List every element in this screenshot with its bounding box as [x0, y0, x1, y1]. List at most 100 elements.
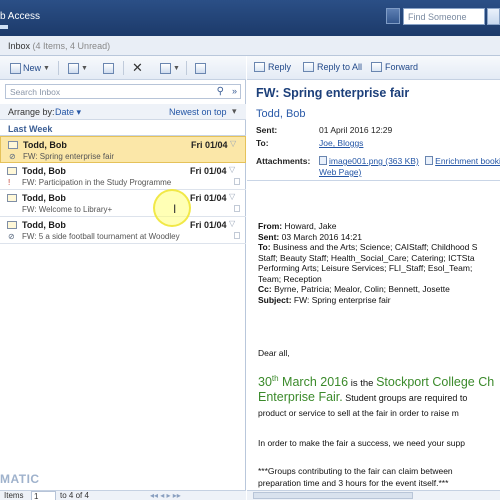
flag-icon[interactable]: ▽	[229, 192, 235, 201]
category-box[interactable]	[234, 205, 240, 212]
message-row[interactable]: Todd, Bob Fri 01/04 ▽ ⊘ FW: 5 a side foo…	[0, 217, 246, 244]
body-paragraph: In order to make the fair a success, we …	[258, 438, 465, 448]
new-mail-icon	[10, 62, 21, 74]
view-button[interactable]: ▼	[68, 60, 88, 76]
reading-pane: Reply Reply to All Forward FW: Spring en…	[247, 56, 500, 500]
message-subject: FW: Spring enterprise fair	[23, 152, 114, 161]
chevron-down-icon: ▼	[173, 64, 180, 72]
attachment-icon: ⊘	[9, 152, 16, 161]
arrange-by-dropdown[interactable]: Date ▾	[55, 107, 81, 118]
sent-value: 01 April 2016 12:29	[319, 125, 393, 135]
reply-all-button[interactable]: Reply to All	[303, 62, 362, 72]
cursor-highlight	[153, 189, 191, 227]
message-sender-name[interactable]: Todd, Bob	[256, 108, 306, 120]
sort-direction-icon[interactable]: ▾	[232, 106, 237, 117]
message-subject: FW: 5 a side football tournament at Wood…	[22, 232, 180, 241]
pager-bar: Items 1 to 4 of 4 ◂◂ ◂ ▸ ▸▸	[0, 490, 246, 500]
search-options-icon[interactable]: »	[232, 86, 237, 96]
message-row[interactable]: Todd, Bob Fri 01/04 ▽ ! FW: Participatio…	[0, 163, 246, 190]
address-book-button[interactable]	[386, 8, 400, 24]
message-subject: FW: Participation in the Study Programme	[22, 178, 172, 187]
view-icon	[68, 62, 79, 74]
app-subtitle-mark	[0, 25, 8, 29]
reply-all-label: Reply to All	[317, 62, 363, 72]
horizontal-scrollbar[interactable]	[247, 490, 500, 500]
category-box[interactable]	[234, 178, 240, 185]
toolbar-divider	[58, 61, 59, 75]
image-file-icon	[319, 156, 327, 165]
fw-from: Howard, Jake	[284, 221, 337, 231]
message-date: Fri 01/04	[191, 140, 228, 150]
delete-button[interactable]: ✕	[132, 60, 143, 76]
forward-icon	[371, 62, 382, 72]
categorize-icon	[160, 62, 171, 74]
forward-label: Forward	[385, 62, 419, 72]
fw-subject: FW: Spring enterprise fair	[293, 294, 391, 305]
message-list-toolbar: New ▼ ▼ ✕ ▼	[0, 56, 246, 80]
forwarded-header: From: Howard, Jake Sent: 03 March 2016 1…	[258, 221, 478, 305]
folder-name: Inbox	[8, 41, 31, 51]
importance-icon: !	[8, 178, 11, 187]
arrange-bar: Arrange by: Date ▾ Newest on top ▾	[0, 104, 246, 120]
web-file-icon	[425, 156, 434, 165]
attachment-link[interactable]: image001.png (363 KB)	[329, 156, 419, 166]
folder-header: Inbox (4 Items, 4 Unread)	[0, 36, 500, 56]
to-recipient[interactable]: Joe, Bloggs	[319, 138, 363, 148]
new-button[interactable]: New ▼	[10, 60, 50, 76]
header-divider	[247, 180, 500, 181]
reply-button[interactable]: Reply	[254, 62, 291, 72]
forward-button[interactable]: Forward	[371, 62, 418, 72]
category-box[interactable]	[234, 232, 240, 239]
arrange-label: Arrange by:	[8, 107, 55, 117]
message-row[interactable]: Todd, Bob Fri 01/04 ▽ ⊘ FW: Spring enter…	[0, 136, 246, 163]
message-list-pane: New ▼ ▼ ✕ ▼ Search Inbox ⚲ » Arrange by:…	[0, 56, 246, 500]
pager-nav-icons[interactable]: ◂◂ ◂ ▸ ▸▸	[150, 491, 181, 500]
sort-order-toggle[interactable]: Newest on top	[169, 107, 227, 117]
pager-total: to 4 of 4	[60, 491, 89, 500]
event-name-line: Enterprise Fair. Student groups are requ…	[258, 390, 468, 404]
title-bar: b Access Find Someone	[0, 0, 500, 36]
message-subject-heading: FW: Spring enterprise fair	[256, 86, 410, 100]
page-number-input[interactable]: 1	[31, 491, 56, 500]
event-date-line: 30th March 2016 is the Stockport College…	[258, 374, 495, 390]
body-paragraph: product or service to sell at the fair i…	[258, 408, 459, 418]
reply-all-icon	[303, 62, 314, 72]
greeting: Dear all,	[258, 348, 290, 358]
message-subject: FW: Welcome to Library+	[22, 205, 113, 214]
attachment-link-continued[interactable]: Web Page)	[319, 167, 361, 177]
search-placeholder: Search Inbox	[10, 87, 61, 97]
to-label: To:	[256, 138, 269, 148]
chevron-down-icon: ▼	[43, 64, 50, 72]
toolbar-divider	[186, 61, 187, 75]
text-cursor-icon: I	[173, 202, 177, 216]
find-go-button[interactable]	[487, 8, 500, 25]
flag-icon[interactable]: ▽	[229, 165, 235, 174]
message-date: Fri 01/04	[190, 220, 227, 230]
options-button[interactable]	[195, 60, 206, 76]
attachment-icon: ⊘	[8, 232, 15, 241]
search-input[interactable]: Search Inbox ⚲ »	[5, 84, 241, 99]
categorize-button[interactable]: ▼	[160, 60, 180, 76]
attachments-label: Attachments:	[256, 156, 311, 166]
fw-sent: 03 March 2016 14:21	[281, 231, 362, 242]
watermark-text: MATIC	[0, 472, 40, 486]
move-button[interactable]	[103, 60, 114, 76]
body-paragraph: ***Groups contributing to the fair can c…	[258, 466, 453, 476]
message-date: Fri 01/04	[190, 193, 227, 203]
body-paragraph: preparation time and 3 hours for the eve…	[258, 478, 449, 488]
message-date: Fri 01/04	[190, 166, 227, 176]
attachment-link[interactable]: Enrichment bookin	[435, 156, 500, 166]
find-someone-input[interactable]: Find Someone	[403, 8, 485, 25]
message-sender: Todd, Bob	[22, 166, 66, 176]
options-icon	[195, 62, 206, 74]
flag-icon[interactable]: ▽	[230, 139, 236, 148]
search-icon[interactable]: ⚲	[217, 86, 224, 97]
scrollbar-thumb[interactable]	[253, 492, 413, 499]
unread-mail-icon	[7, 167, 17, 175]
folder-count: (4 Items, 4 Unread)	[32, 41, 111, 51]
flag-icon[interactable]: ▽	[229, 219, 235, 228]
reply-icon	[254, 62, 265, 72]
unread-mail-icon	[7, 221, 17, 229]
group-header[interactable]: Last Week	[0, 122, 246, 136]
message-row[interactable]: Todd, Bob Fri 01/04 ▽ FW: Welcome to Lib…	[0, 190, 246, 217]
